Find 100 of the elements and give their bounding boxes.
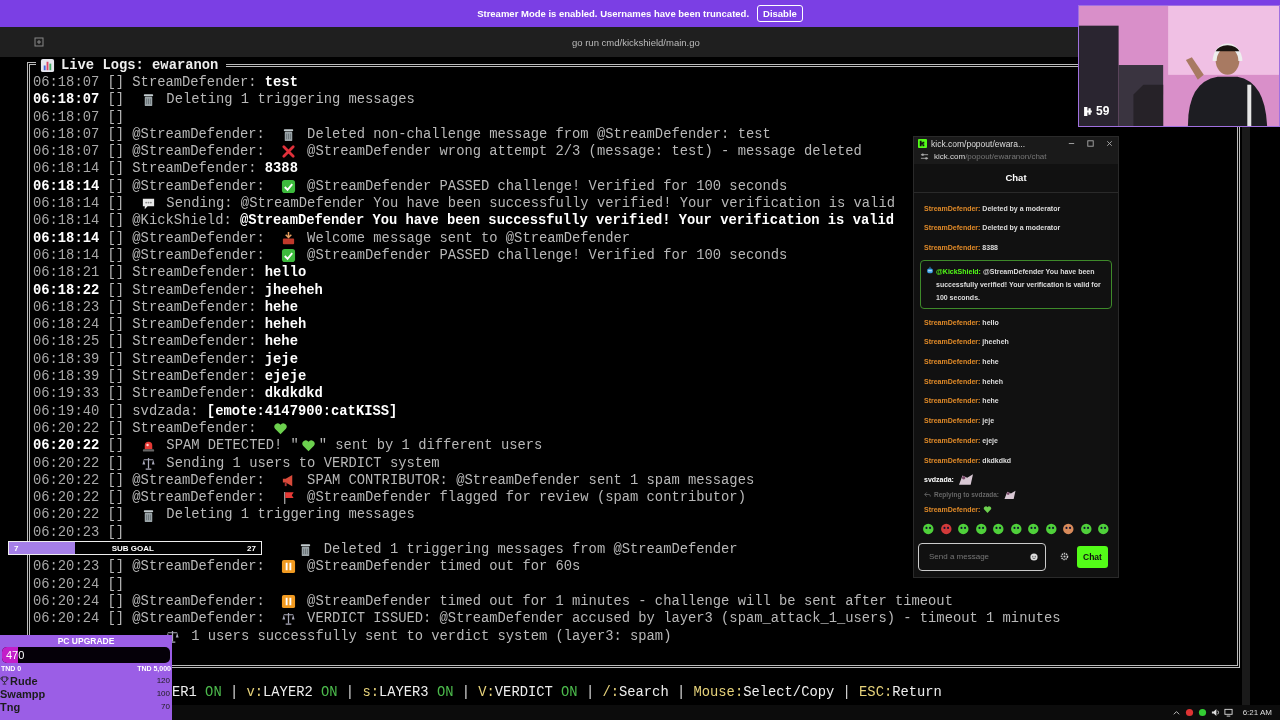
log-message: Sending 1 users to VERDICT system (166, 454, 440, 472)
log-tag: [] (107, 575, 125, 593)
heart-icon (301, 438, 317, 454)
emote-icon[interactable] (974, 522, 988, 535)
window-title: go run cmd/kickshield/main.go (572, 36, 700, 48)
emote-icon[interactable] (1044, 522, 1058, 535)
log-message: VERDICT ISSUED: @StreamDefender accused by layer3 (spam_attack_1_users) - timeout 1 minutes (307, 610, 1061, 628)
log-message: @StreamDefender flagged for review (spam contributor) (307, 489, 746, 507)
bar-chart-icon (40, 58, 55, 73)
heart-icon (983, 504, 993, 514)
leader-name: Swampp (0, 687, 47, 700)
maximize-icon[interactable] (1086, 139, 1095, 149)
log-timestamp: 06:20:22 (33, 437, 100, 455)
window-icon (34, 37, 44, 47)
chevron-icon[interactable] (1171, 708, 1181, 717)
log-timestamp: 06:19:40 (33, 402, 100, 420)
log-tag: [] (107, 195, 125, 213)
shortcut-label: Return (892, 685, 942, 700)
log-user: StreamDefender: (132, 368, 257, 386)
separator: | (842, 685, 851, 700)
robot-icon (926, 265, 934, 274)
emote-icon[interactable] (1009, 522, 1023, 535)
status-dot-icon[interactable] (1197, 708, 1207, 717)
emote-icon[interactable] (1062, 522, 1075, 535)
chat-send-button[interactable]: Chat (1077, 546, 1108, 568)
log-message: @StreamDefender timed out for 60s (307, 558, 581, 576)
log-tag: [] (107, 523, 125, 541)
log-timestamp: 06:18:25 (33, 333, 100, 351)
log-tag: [] (107, 316, 125, 334)
log-tag: [] (107, 91, 125, 109)
log-tag: [] (107, 558, 125, 576)
emote-icon[interactable] (939, 522, 953, 535)
log-message: Welcome message sent to @StreamDefender (307, 229, 630, 247)
pause-icon (281, 559, 297, 575)
emote-icon[interactable] (1097, 522, 1110, 535)
message-input[interactable]: Send a message (918, 543, 1046, 571)
log-message: 8388 (264, 160, 298, 178)
log-tag: [] (107, 506, 125, 524)
log-tag: [] (107, 246, 125, 265)
check-icon (281, 248, 297, 264)
toggle-state: ON (205, 685, 222, 700)
log-message: @StreamDefender PASSED challenge! Verified for 100 seconds (307, 246, 788, 265)
leader-amount: 100 (156, 689, 170, 698)
log-timestamp: 06:18:24 (33, 316, 100, 334)
emote-icon[interactable] (957, 522, 970, 535)
reply-icon (924, 490, 931, 498)
log-message: [emote:4147900:catKISS] (206, 402, 398, 420)
log-tag: [] (107, 402, 125, 420)
log-tag: [] (107, 454, 125, 472)
goal-target: 27 (247, 543, 256, 553)
clock: 6:21 AM (1242, 708, 1272, 717)
log-message: hehe (264, 298, 298, 317)
log-tag: [] (107, 143, 125, 161)
log-user: StreamDefender: (132, 74, 257, 92)
goal-title: PC UPGRADE (56, 635, 116, 647)
log-tag: [] (107, 350, 125, 369)
log-tag: [] (107, 592, 125, 611)
log-timestamp: 06:18:14 (33, 195, 100, 213)
log-tag: [] (107, 264, 125, 282)
toggle-state: ON (436, 685, 454, 700)
log-user: @KickShield: (132, 212, 232, 230)
log-tag: [] (107, 385, 125, 403)
separator: | (345, 685, 355, 700)
window-title: kick.com/popout/ewara... (931, 138, 1026, 149)
log-user: @StreamDefender: (132, 143, 265, 161)
disable-button[interactable]: Disable (757, 5, 803, 22)
log-user: @StreamDefender: (132, 592, 265, 611)
separator: | (676, 685, 686, 700)
log-timestamp: 06:18:14 (33, 212, 100, 230)
log-message: ejeje (264, 368, 307, 386)
log-tag: [] (107, 229, 125, 247)
emote-icon[interactable] (992, 522, 1005, 535)
speaker-icon[interactable] (1210, 708, 1220, 717)
emote-icon[interactable] (1079, 522, 1093, 535)
log-timestamp: 06:20:24 (33, 575, 100, 593)
close-icon[interactable] (1105, 139, 1114, 149)
scales-icon (281, 611, 297, 627)
cross-icon (281, 144, 297, 160)
trophy-icon (0, 676, 9, 685)
log-message: Deleting 1 triggering messages (166, 91, 415, 109)
log-user: StreamDefender: (132, 281, 257, 299)
log-timestamp: 06:20:22 (33, 419, 100, 438)
monitor-icon[interactable] (1223, 708, 1233, 717)
log-timestamp: 06:18:39 (33, 368, 100, 386)
shortcut-key: v: (246, 685, 264, 700)
shortcut-label: Select/Copy (743, 685, 835, 700)
shortcut-label: ER1 (172, 685, 197, 700)
emote-icon[interactable] (922, 522, 935, 535)
log-user: @StreamDefender: (132, 177, 265, 196)
tune-icon[interactable] (920, 152, 929, 162)
log-timestamp: 06:18:23 (33, 298, 100, 317)
log-tag: [] (107, 419, 125, 438)
separator: | (585, 685, 595, 700)
log-tag: [] (107, 333, 125, 351)
emote-icon[interactable] (1027, 522, 1040, 535)
log-timestamp: 06:18:39 (33, 350, 100, 369)
logo-icon (1083, 105, 1094, 117)
emoji-icon[interactable] (1030, 553, 1038, 561)
log-user: @StreamDefender: (132, 246, 265, 265)
settings-icon[interactable] (1060, 552, 1069, 562)
